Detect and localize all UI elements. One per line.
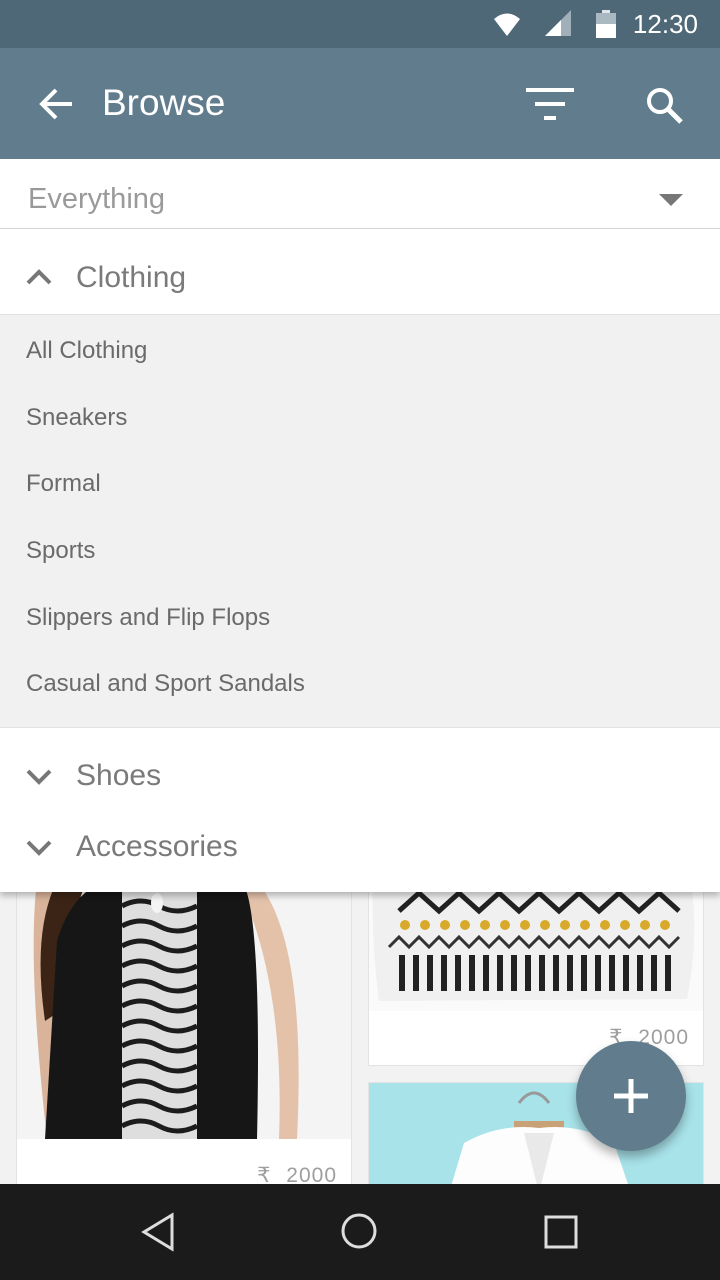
app-bar: Browse bbox=[0, 48, 720, 159]
subcategory-sneakers[interactable]: Sneakers bbox=[26, 404, 127, 432]
chevron-up-icon bbox=[26, 269, 52, 285]
product-card[interactable]: ₹ 2000 bbox=[368, 880, 704, 1066]
subcategory-sports[interactable]: Sports bbox=[26, 537, 95, 565]
product-image bbox=[17, 881, 351, 1139]
wifi-icon bbox=[494, 13, 520, 36]
subcategory-sandals[interactable]: Casual and Sport Sandals bbox=[26, 670, 305, 698]
category-label: Shoes bbox=[76, 759, 162, 792]
plus-icon bbox=[614, 1079, 648, 1113]
navigation-bar bbox=[0, 1184, 720, 1280]
dropdown-selected-value: Everything bbox=[28, 183, 166, 215]
category-clothing[interactable]: Clothing bbox=[0, 229, 720, 299]
category-panel: Clothing All Clothing Sneakers Formal Sp… bbox=[0, 229, 720, 892]
battery-icon bbox=[596, 10, 616, 38]
signal-icon bbox=[545, 10, 571, 36]
chevron-down-icon bbox=[26, 769, 52, 785]
status-bar: 12:30 bbox=[0, 0, 720, 48]
subcategory-list: All Clothing Sneakers Formal Sports Slip… bbox=[0, 314, 720, 728]
subcategory-slippers[interactable]: Slippers and Flip Flops bbox=[26, 604, 270, 632]
category-dropdown[interactable]: Everything bbox=[0, 159, 720, 229]
category-accessories[interactable]: Accessories bbox=[0, 810, 720, 880]
product-image bbox=[369, 881, 703, 1011]
category-label: Accessories bbox=[76, 830, 238, 863]
add-button[interactable] bbox=[576, 1041, 686, 1151]
chevron-down-icon bbox=[26, 840, 52, 856]
recents-nav-icon[interactable] bbox=[543, 1214, 579, 1250]
caret-down-icon[interactable] bbox=[659, 194, 683, 206]
product-card[interactable]: ₹ 2000 bbox=[16, 880, 352, 1210]
category-shoes[interactable]: Shoes bbox=[0, 739, 720, 809]
subcategory-all-clothing[interactable]: All Clothing bbox=[26, 337, 147, 365]
category-label: Clothing bbox=[76, 261, 187, 294]
back-arrow-icon[interactable] bbox=[36, 84, 76, 124]
subcategory-formal[interactable]: Formal bbox=[26, 470, 101, 498]
back-nav-icon[interactable] bbox=[140, 1212, 176, 1252]
filter-icon[interactable] bbox=[526, 88, 576, 124]
search-icon[interactable] bbox=[644, 85, 684, 125]
home-nav-icon[interactable] bbox=[340, 1212, 378, 1250]
page-title: Browse bbox=[102, 82, 226, 123]
status-time: 12:30 bbox=[632, 9, 698, 39]
